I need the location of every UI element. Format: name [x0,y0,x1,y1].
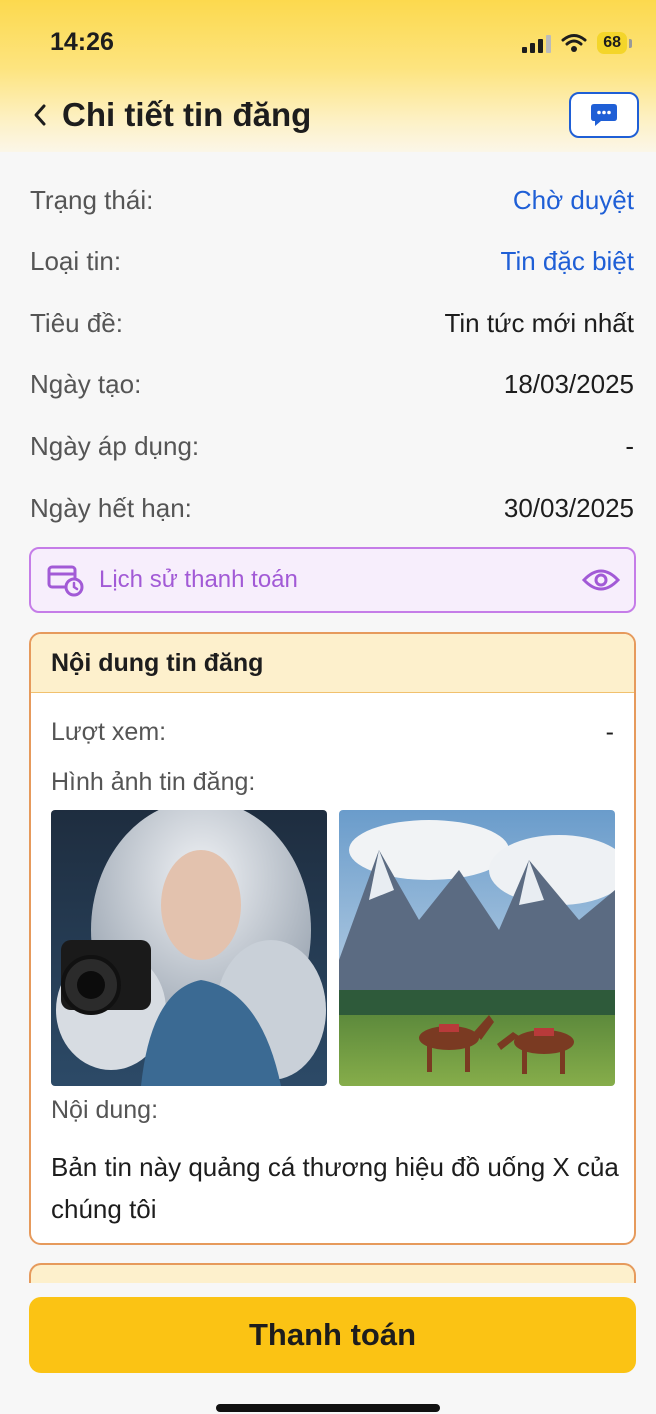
chat-button[interactable] [569,92,639,138]
status-label: Trạng thái: [30,184,154,215]
content-text: Bản tin này quảng cá thương hiệu đồ uống… [51,1152,619,1224]
views-label: Lượt xem: [51,718,167,746]
back-button[interactable] [26,97,54,133]
battery-icon: 68 [597,32,632,54]
chevron-left-icon [34,104,46,126]
signal-icon [522,33,552,53]
detail-row-expiry: Ngày hết hạn: 30/03/2025 [30,488,634,528]
detail-row-type: Loại tin: Tin đặc biệt [30,241,634,281]
payment-history-label: Lịch sử thanh toán [99,566,298,593]
pay-button[interactable]: Thanh toán [29,1297,636,1373]
content-card: Nội dung tin đăng Lượt xem: - Hình ảnh t… [29,632,636,1245]
payment-history-button[interactable]: Lịch sử thanh toán [29,547,636,613]
created-value: 18/03/2025 [503,368,634,399]
status-value: Chờ duyệt [512,184,634,215]
payment-history-icon [47,565,84,597]
detail-row-created: Ngày tạo: 18/03/2025 [30,364,634,404]
views-row: Lượt xem: - [51,718,614,747]
status-time: 14:26 [50,28,114,56]
content-card-title: Nội dung tin đăng [31,634,634,693]
title-value: Tin tức mới nhất [444,307,634,338]
type-value: Tin đặc biệt [500,245,634,276]
content-label: Nội dung: [51,1096,159,1124]
expiry-value: 30/03/2025 [503,492,634,523]
detail-row-applied: Ngày áp dụng: - [30,426,634,466]
type-label: Loại tin: [30,245,122,276]
header: 14:26 68 Chi tiết tin đăng [0,0,656,152]
detail-row-title: Tiêu đề: Tin tức mới nhất [30,303,634,343]
created-label: Ngày tạo: [30,368,142,399]
applied-label: Ngày áp dụng: [30,430,200,461]
post-image-2[interactable] [339,810,615,1086]
post-image-1[interactable] [51,810,327,1086]
applied-value: - [625,430,634,461]
battery-level: 68 [597,32,627,54]
wifi-icon [561,34,587,52]
views-value: - [605,718,614,746]
detail-row-status: Trạng thái: Chờ duyệt [30,180,634,220]
page-title: Chi tiết tin đăng [62,96,312,133]
status-icons: 68 [522,28,632,58]
expiry-label: Ngày hết hạn: [30,492,192,523]
images-label: Hình ảnh tin đăng: [51,768,256,796]
chat-icon [591,104,617,126]
eye-icon[interactable] [582,567,620,593]
photographer-image [51,810,327,1086]
mountain-horses-image [339,810,615,1086]
home-indicator [216,1404,440,1412]
title-label: Tiêu đề: [30,307,123,338]
